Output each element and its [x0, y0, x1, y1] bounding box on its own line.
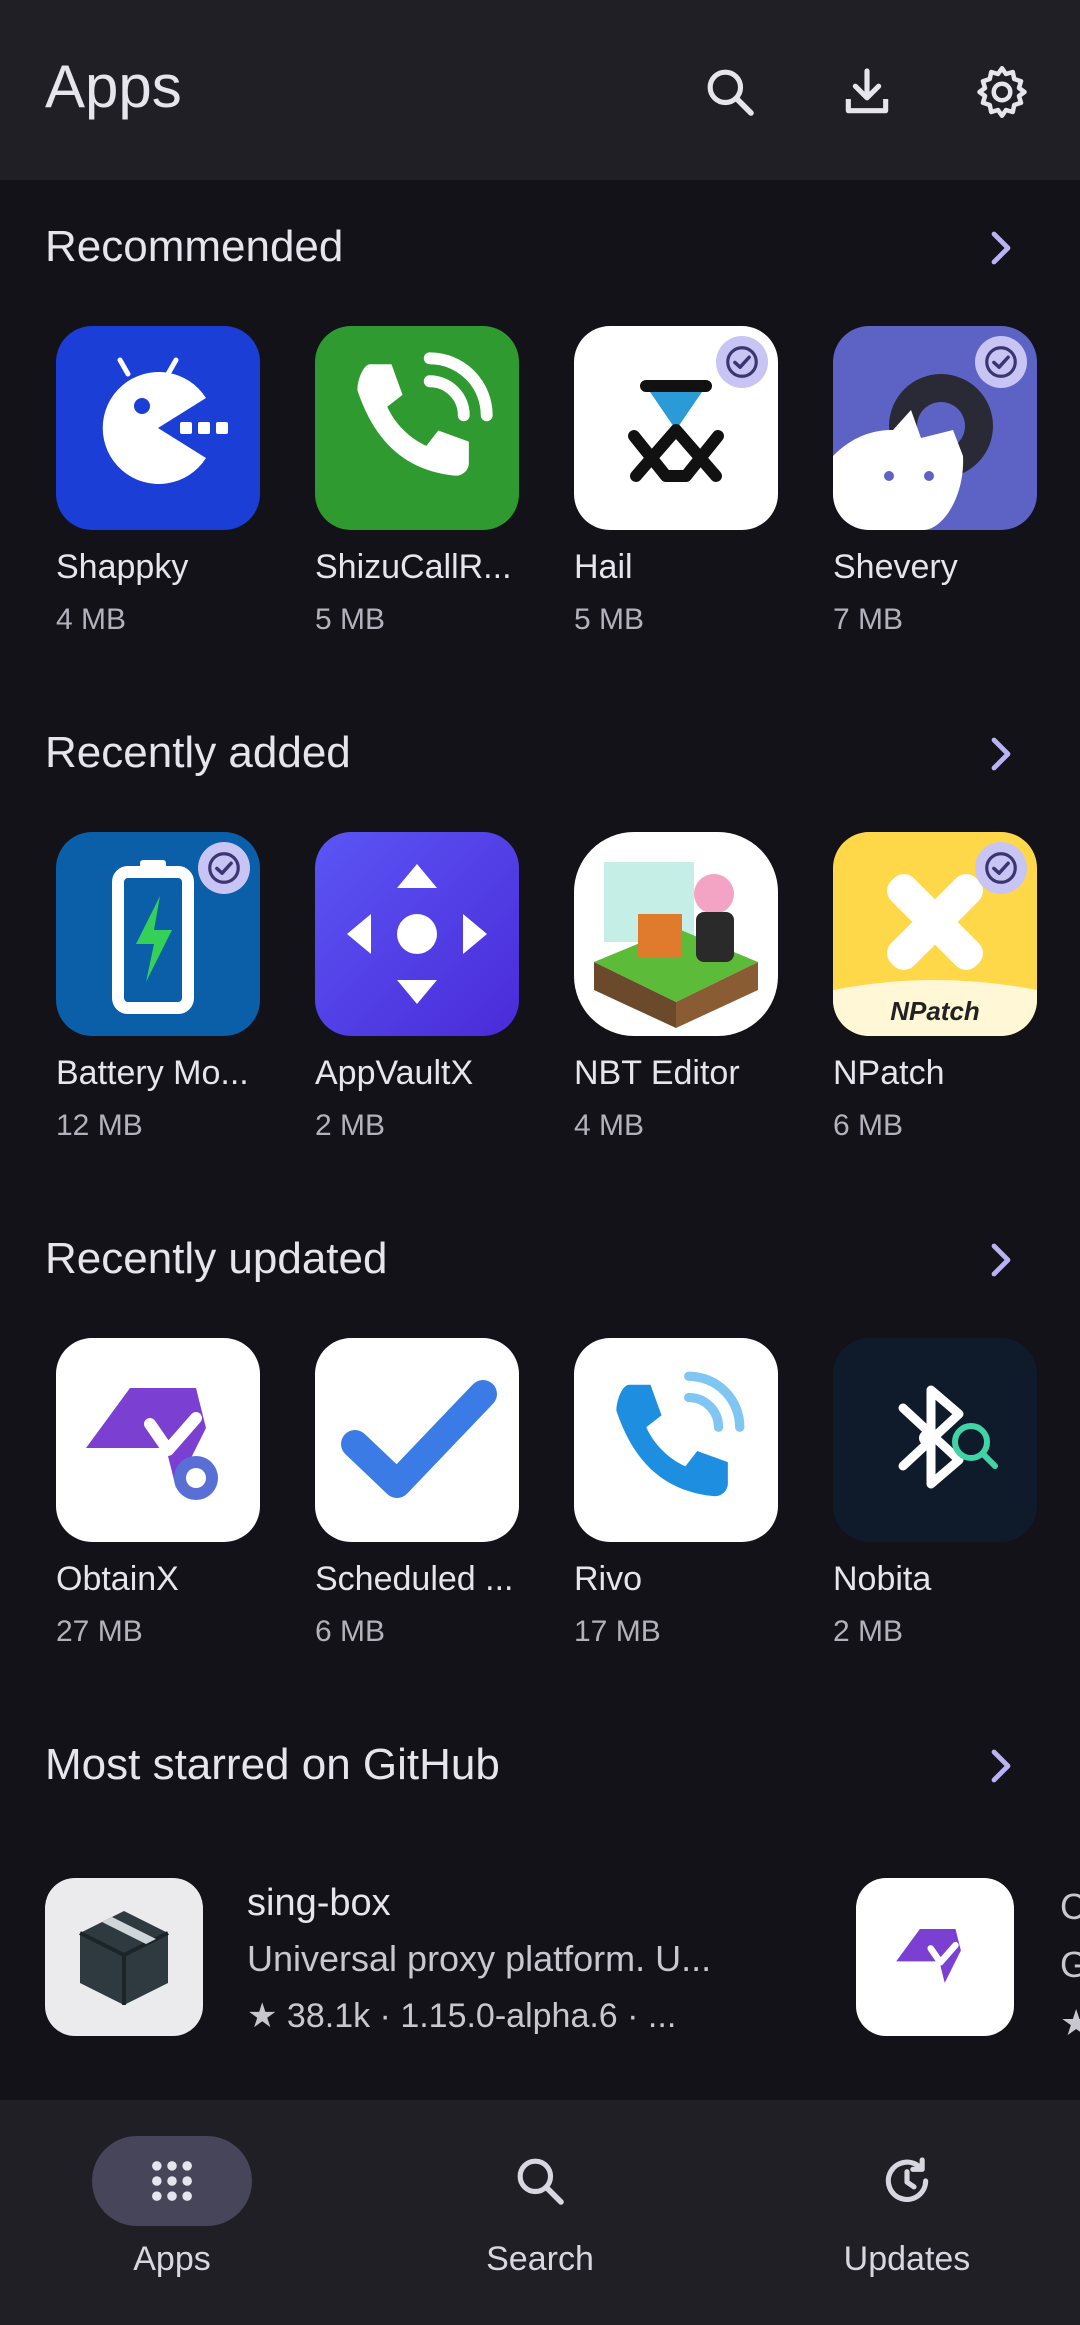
section-title: Recently added: [45, 728, 351, 777]
chevron-right-icon[interactable]: [976, 1236, 1024, 1284]
app-name: ShizuCallR...: [315, 548, 512, 586]
settings-gear-icon[interactable]: [966, 56, 1038, 128]
partial-line-1: C: [1060, 1886, 1080, 1927]
bottom-navigation: Apps Search Updates: [0, 2100, 1080, 2325]
app-name: Battery Mo...: [56, 1054, 249, 1092]
app-size: 4 MB: [574, 1109, 645, 1142]
chevron-right-icon[interactable]: [976, 224, 1024, 272]
app-tile[interactable]: Shevery 7 MB: [833, 326, 1037, 637]
partial-line-2: G: [1060, 1944, 1080, 1985]
app-size: 2 MB: [833, 1615, 904, 1648]
app-size: 4 MB: [56, 603, 127, 636]
app-icon: [56, 1338, 260, 1542]
app-icon: [315, 832, 519, 1036]
app-size: 27 MB: [56, 1615, 143, 1648]
app-size: 17 MB: [574, 1615, 661, 1648]
updates-icon: [827, 2136, 987, 2226]
app-icon: [833, 326, 1037, 530]
app-size: 5 MB: [574, 603, 645, 636]
app-name: NBT Editor: [574, 1054, 740, 1092]
app-tile[interactable]: Hail 5 MB: [574, 326, 778, 637]
download-icon[interactable]: [831, 56, 903, 128]
app-tile[interactable]: AppVaultX 2 MB: [315, 832, 519, 1143]
app-name: Shappky: [56, 548, 189, 586]
app-icon: [574, 1338, 778, 1542]
app-name: AppVaultX: [315, 1054, 474, 1092]
app-name: Scheduled ...: [315, 1560, 514, 1598]
repo-card-partial-icon[interactable]: [856, 1878, 1014, 2036]
app-icon: [833, 1338, 1037, 1542]
verified-badge-icon: [975, 336, 1027, 388]
app-tile[interactable]: ObtainX 27 MB: [56, 1338, 260, 1649]
nav-label: Search: [486, 2240, 594, 2278]
repo-card-partial-text: C G ★: [1060, 1878, 1080, 2052]
search-icon[interactable]: [694, 56, 766, 128]
search-icon: [460, 2136, 620, 2226]
verified-badge-icon: [198, 842, 250, 894]
app-icon: [56, 326, 260, 530]
nav-label: Apps: [133, 2240, 211, 2278]
npatch-icon-text: NPatch: [890, 996, 980, 1026]
apps-grid-icon: [92, 2136, 252, 2226]
chevron-right-icon[interactable]: [976, 730, 1024, 778]
app-name: Rivo: [574, 1560, 643, 1598]
page-title: Apps: [45, 53, 182, 120]
box-icon: [45, 1878, 203, 2036]
app-name: Nobita: [833, 1560, 932, 1598]
app-size: 7 MB: [833, 603, 904, 636]
section-title: Most starred on GitHub: [45, 1740, 500, 1789]
app-name: NPatch: [833, 1054, 945, 1092]
verified-badge-icon: [716, 336, 768, 388]
section-title: Recommended: [45, 222, 344, 271]
nav-item-updates[interactable]: Updates: [787, 2136, 1027, 2279]
app-icon: NPatch: [833, 832, 1037, 1036]
app-tile[interactable]: NBT Editor 4 MB: [574, 832, 778, 1143]
top-app-bar: Apps: [0, 0, 1080, 180]
app-tile[interactable]: ShizuCallR... 5 MB: [315, 326, 519, 637]
repo-meta: ★ 38.1k · 1.15.0-alpha.6 · ...: [247, 1997, 677, 2035]
app-size: 6 MB: [833, 1109, 904, 1142]
nav-item-apps[interactable]: Apps: [52, 2136, 292, 2279]
app-tile[interactable]: Battery Mo... 12 MB: [56, 832, 260, 1143]
app-size: 6 MB: [315, 1615, 386, 1648]
app-icon: [56, 832, 260, 1036]
nav-label: Updates: [843, 2240, 971, 2278]
app-icon: [315, 1338, 519, 1542]
app-size: 12 MB: [56, 1109, 143, 1142]
app-icon: [574, 832, 778, 1036]
app-tile[interactable]: Scheduled ... 6 MB: [315, 1338, 519, 1649]
app-tile[interactable]: Rivo 17 MB: [574, 1338, 778, 1649]
app-icon: [315, 326, 519, 530]
chevron-right-icon[interactable]: [976, 1742, 1024, 1790]
repo-name: sing-box: [247, 1882, 391, 1924]
app-name: ObtainX: [56, 1560, 179, 1598]
verified-badge-icon: [975, 842, 1027, 894]
section-title: Recently updated: [45, 1234, 388, 1283]
repo-description: Universal proxy platform. U...: [247, 1938, 712, 1979]
app-name: Hail: [574, 548, 633, 586]
nav-item-search[interactable]: Search: [420, 2136, 660, 2279]
partial-line-3: ★: [1060, 2002, 1080, 2043]
app-tile[interactable]: NPatch NPatch 6 MB: [833, 832, 1037, 1143]
app-name: Shevery: [833, 548, 958, 586]
app-icon: [574, 326, 778, 530]
app-tile[interactable]: Shappky 4 MB: [56, 326, 260, 637]
app-tile[interactable]: Nobita 2 MB: [833, 1338, 1037, 1649]
app-size: 5 MB: [315, 603, 386, 636]
app-size: 2 MB: [315, 1109, 386, 1142]
